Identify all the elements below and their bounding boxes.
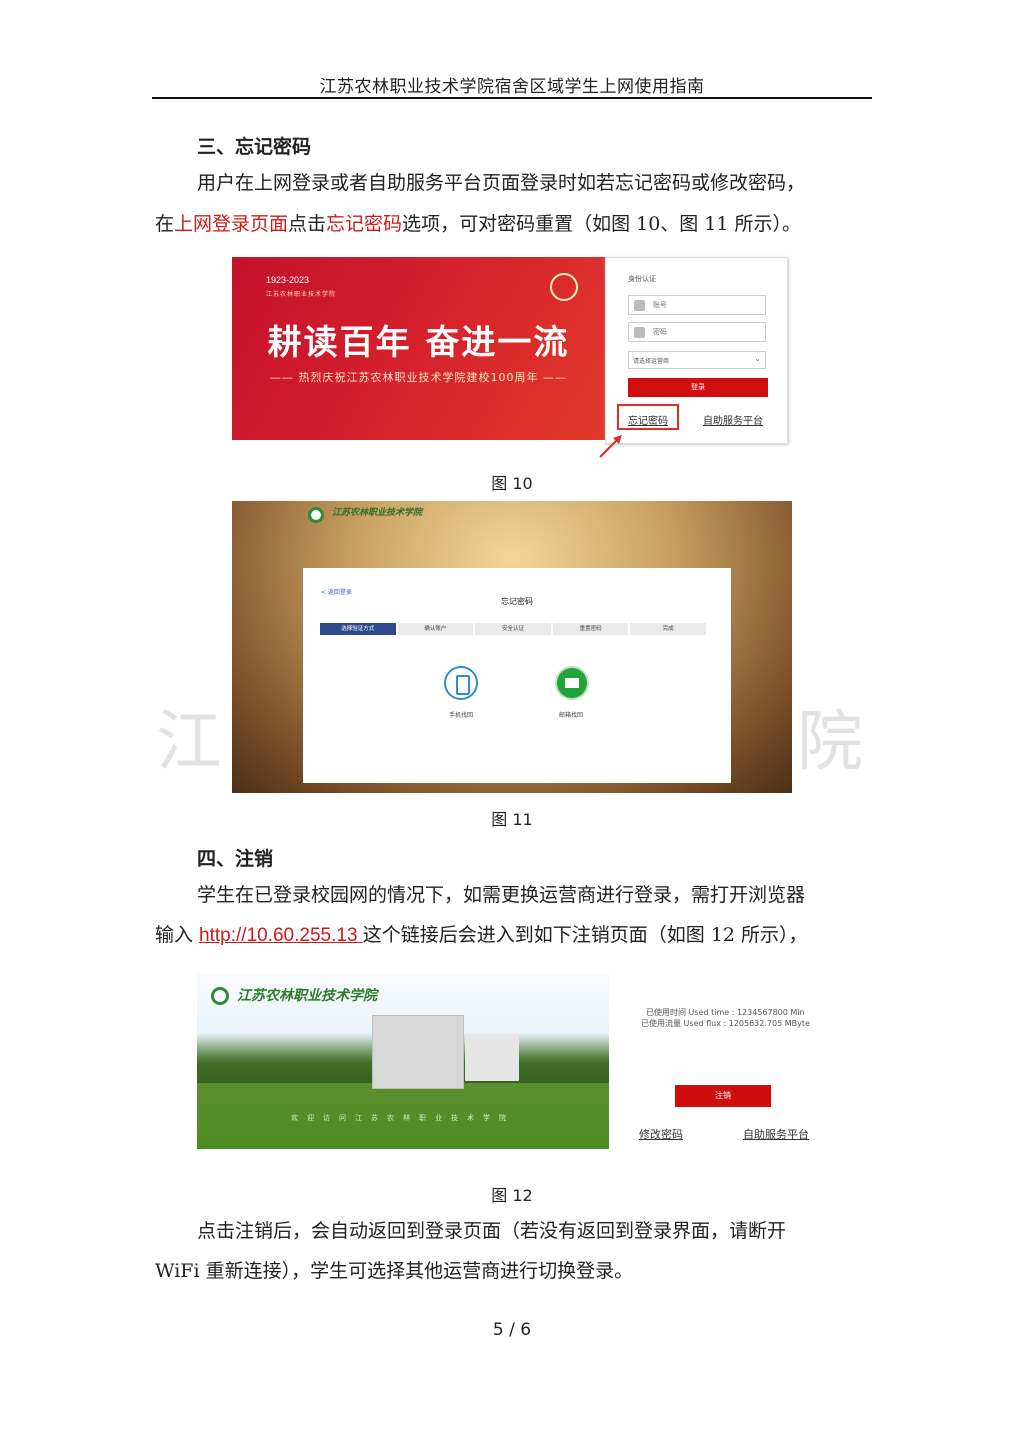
section4-paragraph-line1: 学生在已登录校园网的情况下，如需更换运营商进行登录，需打开浏览器 <box>197 884 806 906</box>
forgot-password-card: < 返回登录 忘记密码 选择验证方式 确认账户 安全认证 重置密码 完成 手机找… <box>303 568 731 783</box>
step-item: 确认账户 <box>397 623 474 635</box>
campus-building <box>372 1015 464 1089</box>
phone-recovery-label: 手机找回 <box>449 712 474 719</box>
fig10-login-panel: 身份认证 账号 密码 请选择运营商 ⌄ 登录 忘记密码 自助服务平台 <box>605 257 788 444</box>
centenary-emblem-icon <box>550 273 578 301</box>
email-recovery-icon[interactable] <box>555 666 589 700</box>
fig12-campus-photo: 江苏农林职业技术学院 欢迎访问江苏农林职业技术学院 <box>197 973 609 1149</box>
school-logo-text: 江苏农林职业技术学院 <box>237 988 377 1004</box>
red-arrow-icon <box>599 435 622 458</box>
para-text: 输入 <box>155 924 200 946</box>
campus-building <box>465 1035 519 1081</box>
fig11-forgot-password-page: 江苏农林职业技术学院 < 返回登录 忘记密码 选择验证方式 确认账户 安全认证 … <box>232 501 792 793</box>
logout-button[interactable]: 注销 <box>675 1085 771 1107</box>
logout-url-link[interactable]: http://10.60.255.13 <box>199 925 363 946</box>
section4-paragraph-line2: 输入 http://10.60.255.13 这个链接后会进入到如下注销页面（如… <box>155 914 808 957</box>
section-heading-forgot-password: 三、忘记密码 <box>197 136 312 158</box>
self-service-link[interactable]: 自助服务平台 <box>703 412 763 427</box>
welcome-text: 欢迎访问江苏农林职业技术学院 <box>291 1114 515 1122</box>
back-to-login-link[interactable]: < 返回登录 <box>321 587 352 596</box>
used-time: 已使用时间 Used time : 1234567800 Min <box>646 1008 805 1017</box>
school-logo-text: 江苏农林职业技术学院 <box>332 508 423 518</box>
login-button[interactable]: 登录 <box>628 378 768 397</box>
closing-paragraph-line1: 点击注销后，会自动返回到登录页面（若没有返回到登录界面，请断开 <box>197 1220 787 1242</box>
highlight-login-page: 上网登录页面 <box>174 213 289 235</box>
account-placeholder: 账号 <box>653 301 667 309</box>
password-placeholder: 密码 <box>653 328 667 336</box>
banner-year: 1923-2023 <box>266 275 310 285</box>
highlight-forgot-password: 忘记密码 <box>326 213 403 235</box>
email-recovery-label: 邮箱找回 <box>559 712 584 719</box>
forgot-password-link[interactable]: 忘记密码 <box>628 412 668 427</box>
banner-slogan: 耕读百年 奋进一流 <box>267 323 570 363</box>
lock-icon <box>634 327 645 338</box>
user-icon <box>634 300 645 311</box>
change-password-link[interactable]: 修改密码 <box>639 1126 683 1142</box>
closing-paragraph-line2: WiFi 重新连接），学生可选择其他运营商进行切换登录。 <box>155 1260 634 1282</box>
para-text: 在 <box>155 213 175 235</box>
step-item: 重置密码 <box>552 623 629 635</box>
banner-school-small: 江苏农林职业技术学院 <box>266 291 337 298</box>
section3-paragraph-line1: 用户在上网登录或者自助服务平台页面登录时如若忘记密码或修改密码， <box>197 172 806 194</box>
banner-subtitle: —— 热烈庆祝江苏农林职业技术学院建校100周年 —— <box>270 371 567 384</box>
para-text: 选项，可对密码重置（如图 10、图 11 所示）。 <box>402 213 802 235</box>
figure-caption-12: 图 12 <box>491 1186 533 1205</box>
step-item: 安全认证 <box>475 623 551 635</box>
para-text: 点击 <box>288 213 327 235</box>
account-input[interactable]: 账号 <box>628 295 766 315</box>
phone-recovery-icon[interactable] <box>444 666 478 700</box>
step-item: 选择验证方式 <box>320 623 396 635</box>
used-flux: 已使用流量 Used flux : 1205632.705 MByte <box>641 1019 810 1028</box>
watermark-left: 江 <box>156 703 222 780</box>
header-rule <box>152 97 872 99</box>
card-title: 忘记密码 <box>501 597 533 606</box>
identity-label: 身份认证 <box>628 275 656 283</box>
header-title: 江苏农林职业技术学院宿舍区域学生上网使用指南 <box>319 77 705 97</box>
school-logo-icon <box>211 987 229 1005</box>
operator-select-value: 请选择运营商 <box>633 358 670 365</box>
section3-paragraph-line2: 在上网登录页面点击忘记密码选项，可对密码重置（如图 10、图 11 所示）。 <box>155 203 801 245</box>
para-text: 这个链接后会进入到如下注销页面（如图 12 所示）， <box>362 924 808 946</box>
section-heading-logout: 四、注销 <box>197 848 274 870</box>
school-logo-icon <box>308 507 324 523</box>
figure-caption-11: 图 11 <box>491 810 533 829</box>
figure-caption-10: 图 10 <box>491 474 533 493</box>
self-service-link[interactable]: 自助服务平台 <box>743 1126 809 1142</box>
chevron-down-icon: ⌄ <box>754 354 761 363</box>
operator-select[interactable]: 请选择运营商 ⌄ <box>628 351 766 369</box>
step-bar: 选择验证方式 确认账户 安全认证 重置密码 完成 <box>320 623 708 635</box>
fig10-banner: 1923-2023 江苏农林职业技术学院 耕读百年 奋进一流 —— 热烈庆祝江苏… <box>232 257 605 440</box>
page-number: 5 / 6 <box>492 1320 532 1340</box>
step-item: 完成 <box>630 623 706 635</box>
password-input[interactable]: 密码 <box>628 322 766 342</box>
watermark-right: 院 <box>797 703 863 780</box>
